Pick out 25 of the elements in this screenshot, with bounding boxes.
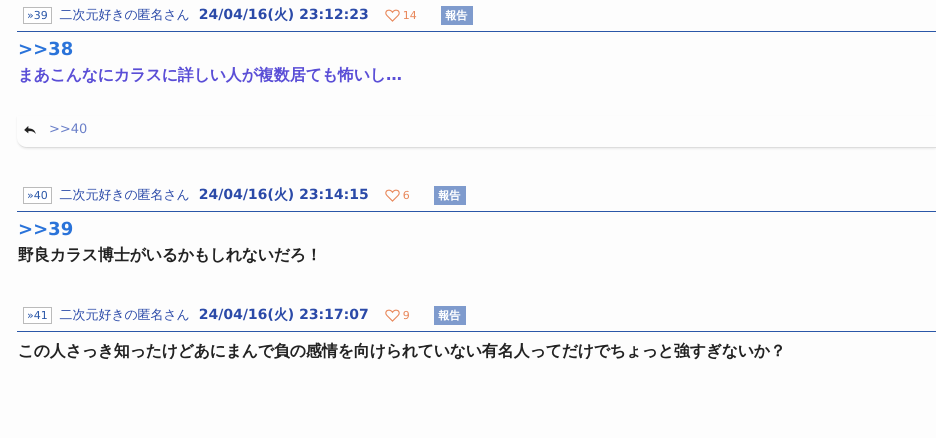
post-date: 24/04/16(火) 23:17:07 [198,306,369,324]
post-text: 野良カラス博士がいるかもしれないだろ！ [18,244,323,266]
post-number-link[interactable]: »41 [23,306,52,324]
heart-icon[interactable] [384,8,400,22]
heart-icon[interactable] [384,308,400,322]
heart-icon[interactable] [384,188,400,202]
like-count: 14 [402,8,417,22]
post-text: この人さっき知ったけどあにまんで負の感情を向けられていない有名人ってだけでちょっと強すぎないか？ [18,340,787,362]
report-button[interactable]: 報告 [434,186,466,204]
post-date: 24/04/16(火) 23:12:23 [198,6,369,24]
post-text: まあこんなにカラスに詳しい人が複数居ても怖いし… [18,64,403,86]
post-number-link[interactable]: »40 [23,186,52,204]
reply-arrow-icon [23,124,37,134]
poster-name: 二次元好きの匿名さん [60,187,190,204]
report-button[interactable]: 報告 [434,306,466,324]
anchor-link[interactable]: >>38 [18,38,936,62]
post-date: 24/04/16(火) 23:14:15 [198,186,369,204]
like-count: 9 [402,308,410,322]
poster-name: 二次元好きの匿名さん [60,307,190,324]
like-count: 6 [402,188,410,202]
poster-name: 二次元好きの匿名さん [60,7,190,24]
anchor-link[interactable]: >>39 [18,218,936,242]
reply-link[interactable]: >>40 [49,122,88,137]
post-number-link[interactable]: »39 [23,6,52,24]
report-button[interactable]: 報告 [440,6,473,24]
